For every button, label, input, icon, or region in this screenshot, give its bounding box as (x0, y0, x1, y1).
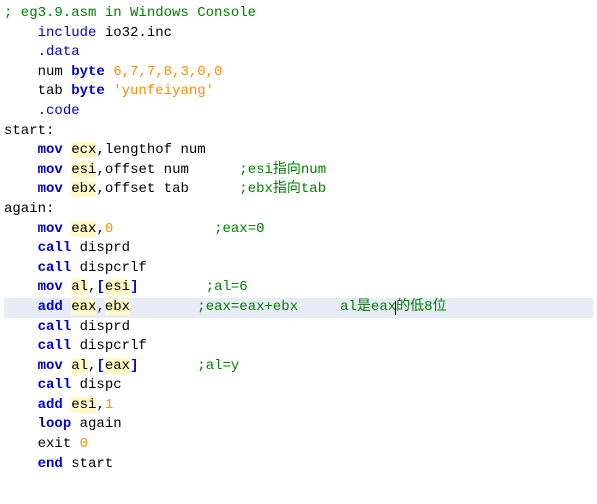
code-block: ; eg3.9.asm in Windows Console include i… (4, 4, 593, 474)
code-line: num byte 6,7,7,8,3,0,0 (4, 63, 593, 83)
directive: .code (38, 103, 80, 119)
register: ebx (71, 181, 96, 197)
code-line: include io32.inc (4, 24, 593, 44)
directive: .data (38, 44, 80, 60)
code-line: mov ecx,lengthof num (4, 141, 593, 161)
register: esi (105, 279, 130, 295)
keyword: call (38, 260, 72, 276)
code-line: exit 0 (4, 435, 593, 455)
code-line: mov al,[esi] ;al=6 (4, 278, 593, 298)
code-line: ; eg3.9.asm in Windows Console (4, 4, 593, 24)
directive: include (38, 25, 97, 41)
register: al (71, 358, 88, 374)
keyword: byte (71, 83, 105, 99)
code-line: call disprd (4, 318, 593, 338)
code-line: mov esi,offset num ;esi指向num (4, 161, 593, 181)
register: esi (71, 162, 96, 178)
number: 0 (105, 221, 113, 237)
keyword: loop (38, 416, 72, 432)
label: again: (4, 201, 54, 217)
keyword: mov (38, 279, 63, 295)
number: 0 (80, 436, 88, 452)
keyword: mov (38, 221, 63, 237)
register: esi (71, 397, 96, 413)
keyword: call (38, 338, 72, 354)
keyword: mov (38, 142, 63, 158)
keyword: call (38, 240, 72, 256)
register: ebx (105, 299, 130, 315)
comment: ;esi指向num (239, 162, 326, 178)
number: 6,7,7,8,3,0,0 (105, 64, 223, 80)
code-line: mov ebx,offset tab ;ebx指向tab (4, 180, 593, 200)
comment: ;eax=eax+ebx al是eax (197, 299, 396, 315)
number: 1 (105, 397, 113, 413)
code-line: call dispc (4, 376, 593, 396)
comment: ;al=y (197, 358, 239, 374)
keyword: mov (38, 358, 63, 374)
keyword: byte (71, 64, 105, 80)
comment: ; eg3.9.asm in Windows Console (4, 5, 256, 21)
keyword: mov (38, 162, 63, 178)
keyword: end (38, 456, 63, 472)
comment: 的低8位 (396, 299, 446, 315)
comment: ;eax=0 (214, 221, 264, 237)
keyword: add (38, 397, 63, 413)
register: ecx (71, 142, 96, 158)
code-line: tab byte 'yunfeiyang' (4, 82, 593, 102)
code-line: mov eax,0 ;eax=0 (4, 220, 593, 240)
code-line: mov al,[eax] ;al=y (4, 357, 593, 377)
keyword: add (38, 299, 63, 315)
label: start: (4, 123, 54, 139)
code-line: loop again (4, 415, 593, 435)
code-line: .code (4, 102, 593, 122)
code-line-highlighted: add eax,ebx ;eax=eax+ebx al是eax的低8位 (4, 298, 593, 318)
register: eax (105, 358, 130, 374)
keyword: call (38, 319, 72, 335)
code-line: call dispcrlf (4, 337, 593, 357)
register: al (71, 279, 88, 295)
code-line: again: (4, 200, 593, 220)
code-line: .data (4, 43, 593, 63)
string: 'yunfeiyang' (105, 83, 214, 99)
comment: ;al=6 (206, 279, 248, 295)
code-line: call disprd (4, 239, 593, 259)
register: eax (71, 299, 96, 315)
keyword: call (38, 377, 72, 393)
code-line: call dispcrlf (4, 259, 593, 279)
comment: ;ebx指向tab (239, 181, 326, 197)
code-line: add esi,1 (4, 396, 593, 416)
code-line: end start (4, 455, 593, 475)
register: eax (71, 221, 96, 237)
keyword: mov (38, 181, 63, 197)
code-line: start: (4, 122, 593, 142)
